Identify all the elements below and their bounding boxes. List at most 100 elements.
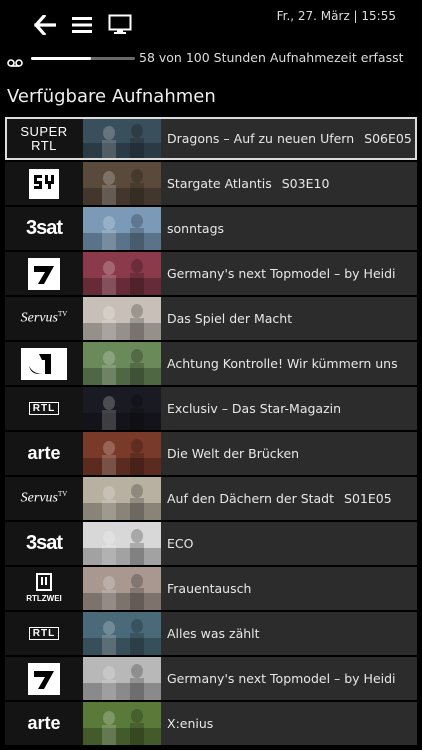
channel-logo: ServusTV (5, 297, 83, 340)
recording-row[interactable]: 3sat sonntags (5, 207, 417, 250)
tv-monitor-icon[interactable] (107, 12, 133, 38)
prosieben-logo-icon (28, 257, 60, 290)
recording-row[interactable]: Germany's next Topmodel – by Heidi (5, 252, 417, 295)
voicemail-tape-icon (7, 53, 23, 67)
recording-thumbnail (83, 387, 161, 430)
recording-thumbnail (83, 612, 161, 655)
recording-thumbnail (83, 252, 161, 295)
recording-row[interactable]: SUPER RTL Dragons – Auf zu neuen Ufern S06E… (5, 117, 417, 160)
channel-logo-text: RTL (28, 627, 60, 640)
recording-episode: S06E05 (364, 131, 412, 146)
channel-logo (5, 162, 83, 205)
channel-logo-text: arte (27, 443, 61, 463)
back-arrow-icon[interactable] (32, 12, 58, 38)
recording-title: Dragons – Auf zu neuen Ufern S06E05 (161, 117, 417, 160)
recording-row[interactable]: 3sat ECO (5, 522, 417, 565)
recording-thumbnail (83, 702, 161, 745)
recording-title: Die Welt der Brücken (161, 432, 417, 475)
recording-row[interactable]: RTLZWEI Frauentausch (5, 567, 417, 610)
date-time-display: Fr., 27. März | 15:55 (276, 9, 396, 23)
recording-title: Exclusiv – Das Star-Magazin (161, 387, 417, 430)
recording-thumbnail (83, 342, 161, 385)
recording-title-text: X:enius (167, 716, 214, 731)
channel-logo-text: arte (27, 713, 61, 733)
channel-logo-text: RTLZWEI (26, 594, 62, 603)
recording-row[interactable]: ServusTV Auf den Dächern der Stadt S01E05 (5, 477, 417, 520)
recording-title: Germany's next Topmodel – by Heidi (161, 657, 417, 700)
quota-label: 58 von 100 Stunden Aufnahmezeit erfasst (139, 50, 404, 65)
recording-row[interactable]: RTL Alles was zählt (5, 612, 417, 655)
recording-thumbnail (83, 567, 161, 610)
channel-logo (5, 252, 83, 295)
recording-title: Stargate Atlantis S03E10 (161, 162, 417, 205)
recording-title-text: Dragons – Auf zu neuen Ufern (167, 131, 355, 146)
recording-thumbnail (83, 657, 161, 700)
recording-episode: S01E05 (344, 491, 392, 506)
recording-title-text: Auf den Dächern der Stadt (167, 491, 335, 506)
recording-row[interactable]: arte X:enius (5, 702, 417, 745)
channel-logo (5, 342, 83, 385)
recording-thumbnail (83, 117, 161, 160)
recordings-list: SUPER RTL Dragons – Auf zu neuen Ufern S06E… (5, 117, 417, 747)
channel-logo: RTLZWEI (5, 567, 83, 610)
channel-logo-sup: TV (57, 490, 68, 499)
recording-row[interactable]: Stargate Atlantis S03E10 (5, 162, 417, 205)
recording-thumbnail (83, 477, 161, 520)
recording-title-text: Achtung Kontrolle! Wir kümmern uns (167, 356, 398, 371)
recording-title: Auf den Dächern der Stadt S01E05 (161, 477, 417, 520)
channel-logo: 3sat (5, 207, 83, 250)
hamburger-menu-icon[interactable] (69, 12, 95, 38)
channel-logo: ServusTV (5, 477, 83, 520)
recording-title: Achtung Kontrolle! Wir kümmern uns (161, 342, 417, 385)
recording-title-text: Das Spiel der Macht (167, 311, 293, 326)
recording-row[interactable]: Achtung Kontrolle! Wir kümmern uns (5, 342, 417, 385)
recording-thumbnail (83, 522, 161, 565)
recording-row[interactable]: Germany's next Topmodel – by Heidi (5, 657, 417, 700)
recording-thumbnail (83, 432, 161, 475)
recording-title-text: Exclusiv – Das Star-Magazin (167, 401, 342, 416)
recording-title: X:enius (161, 702, 417, 745)
quota-progress-bar (31, 57, 135, 60)
rtl2-logo-icon (35, 573, 52, 591)
channel-logo-text: 3sat (25, 532, 63, 554)
quota-progress-fill (31, 57, 92, 60)
recording-title-text: Frauentausch (167, 581, 252, 596)
channel-logo-text: Servus (20, 310, 58, 326)
recording-title: sonntags (161, 207, 417, 250)
recording-title-text: Alles was zählt (167, 626, 260, 641)
channel-logo-text: Servus (20, 490, 58, 506)
channel-logo-text: 3sat (25, 217, 63, 239)
channel-logo-text: RTL (31, 137, 57, 153)
recording-title-text: ECO (167, 536, 194, 551)
top-bar: Fr., 27. März | 15:55 (0, 0, 422, 48)
section-title: Verfügbare Aufnahmen (7, 86, 216, 107)
channel-logo-text: SUPER (20, 123, 68, 139)
recording-title-text: sonntags (167, 221, 225, 236)
recording-title-text: Germany's next Topmodel – by Heidi (167, 671, 396, 686)
recording-thumbnail (83, 162, 161, 205)
syfy-logo-icon (29, 168, 59, 199)
channel-logo (5, 657, 83, 700)
kabel1-logo-icon (21, 347, 67, 380)
recording-row[interactable]: ServusTV Das Spiel der Macht (5, 297, 417, 340)
channel-logo: SUPER RTL (5, 117, 83, 160)
channel-logo: arte (5, 432, 83, 475)
recording-title: ECO (161, 522, 417, 565)
recording-episode: S03E10 (281, 176, 330, 191)
channel-logo: 3sat (5, 522, 83, 565)
channel-logo: arte (5, 702, 83, 745)
recording-title: Das Spiel der Macht (161, 297, 417, 340)
recording-row[interactable]: arte Die Welt der Brücken (5, 432, 417, 475)
recording-title-text: Die Welt der Brücken (167, 446, 300, 461)
recording-title-text: Stargate Atlantis (167, 176, 272, 191)
recording-row[interactable]: RTL Exclusiv – Das Star-Magazin (5, 387, 417, 430)
channel-logo: RTL (5, 612, 83, 655)
recording-title: Alles was zählt (161, 612, 417, 655)
recording-thumbnail (83, 297, 161, 340)
recording-title-text: Germany's next Topmodel – by Heidi (167, 266, 396, 281)
recording-thumbnail (83, 207, 161, 250)
recording-quota: 58 von 100 Stunden Aufnahmezeit erfasst (7, 50, 417, 68)
recording-title: Germany's next Topmodel – by Heidi (161, 252, 417, 295)
channel-logo-text: RTL (28, 402, 60, 415)
recording-title: Frauentausch (161, 567, 417, 610)
